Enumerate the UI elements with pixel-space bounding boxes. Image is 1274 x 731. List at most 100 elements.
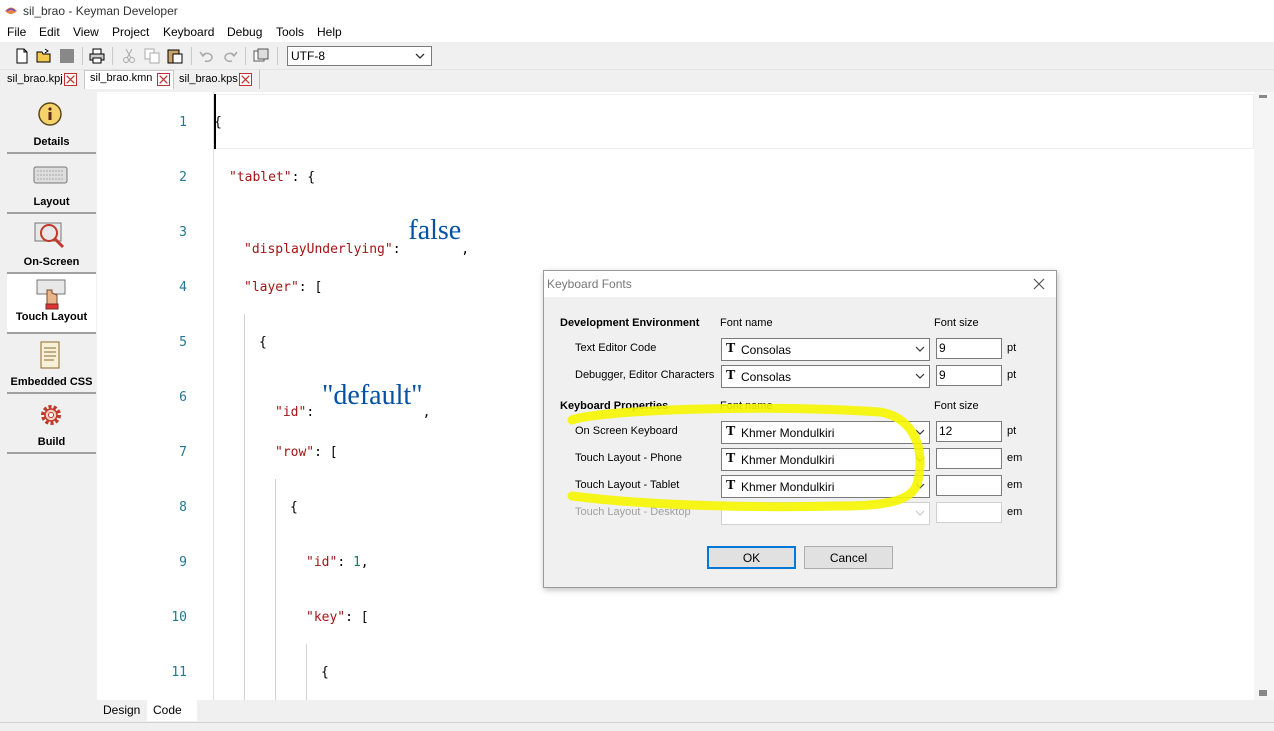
code-text: :: [392, 242, 409, 257]
sidebar-item-touch-layout[interactable]: Touch Layout: [7, 274, 96, 334]
unit-label: em: [1007, 479, 1023, 491]
tab-design[interactable]: Design: [97, 700, 146, 721]
code-text: : [: [314, 445, 338, 460]
font-size-field[interactable]: 12: [936, 421, 1002, 442]
font-select-text-editor[interactable]: T Consolas: [721, 338, 930, 361]
font-size-field[interactable]: [936, 475, 1002, 496]
row-label: Touch Layout - Phone: [575, 452, 683, 464]
close-icon[interactable]: [1032, 277, 1046, 291]
open-folder-icon[interactable]: [35, 47, 53, 65]
chevron-down-icon: [415, 53, 425, 59]
encoding-value: UTF-8: [291, 49, 325, 63]
code-line: "row": [: [275, 445, 338, 460]
copy-icon[interactable]: [143, 47, 161, 65]
sidebar-item-build[interactable]: Build: [7, 394, 96, 454]
code-line: "key": [: [306, 610, 369, 625]
truetype-icon: T: [726, 478, 736, 493]
sidebar-item-details[interactable]: Details: [7, 94, 96, 154]
menu-project[interactable]: Project: [112, 25, 149, 39]
sidebar-item-label: Layout: [33, 196, 70, 208]
font-name: Consolas: [741, 343, 792, 357]
on-screen-keyboard-icon: [34, 222, 65, 249]
vertical-scrollbar[interactable]: [1254, 92, 1274, 700]
font-select-on-screen-keyboard[interactable]: T Khmer Mondulkiri: [721, 421, 930, 444]
tab-code[interactable]: Code: [147, 700, 197, 721]
menu-help[interactable]: Help: [317, 25, 342, 39]
undo-icon[interactable]: [198, 47, 216, 65]
font-name: Khmer Mondulkiri: [741, 453, 835, 467]
unit-label: pt: [1007, 342, 1017, 354]
font-select-touch-tablet[interactable]: T Khmer Mondulkiri: [721, 475, 930, 498]
line-number: 11: [171, 665, 187, 680]
new-file-icon[interactable]: [13, 47, 31, 65]
line-number: 4: [179, 280, 187, 295]
window-title: sil_brao - Keyman Developer: [23, 4, 178, 18]
sidebar-item-layout[interactable]: Layout: [7, 154, 96, 214]
close-icon[interactable]: [239, 73, 252, 86]
row-label: Text Editor Code: [575, 342, 657, 354]
font-size-field[interactable]: [936, 448, 1002, 469]
line-number: 10: [171, 610, 187, 625]
print-icon[interactable]: [88, 47, 106, 65]
file-tab-kmn[interactable]: sil_brao.kmn: [84, 70, 174, 89]
menu-file[interactable]: File: [7, 25, 26, 39]
font-size-field[interactable]: 9: [936, 365, 1002, 386]
file-tab-kpj[interactable]: sil_brao.kpj: [0, 70, 84, 89]
view-tabs: Design Code: [97, 700, 1274, 722]
close-icon[interactable]: [157, 73, 170, 86]
menu-edit[interactable]: Edit: [39, 25, 60, 39]
sidebar-item-on-screen[interactable]: On-Screen: [7, 214, 96, 274]
redo-icon[interactable]: [221, 47, 239, 65]
chevron-down-icon: [915, 373, 925, 379]
sidebar-item-label: On-Screen: [23, 256, 80, 268]
font-size-field[interactable]: 9: [936, 338, 1002, 359]
line-number: 3: [179, 225, 187, 240]
file-tab-kps[interactable]: sil_brao.kps: [174, 70, 260, 89]
code-line: "layer": [: [244, 280, 322, 295]
section-keyboard-properties: Keyboard Properties: [560, 400, 669, 412]
menu-keyboard[interactable]: Keyboard: [163, 25, 214, 39]
json-key: "displayUnderlying": [244, 242, 393, 257]
code-text: {: [321, 665, 329, 680]
menu-debug[interactable]: Debug: [227, 25, 262, 39]
paste-icon[interactable]: [166, 47, 184, 65]
toolbar-separator: [82, 47, 83, 65]
save-icon[interactable]: [58, 47, 76, 65]
font-select-debugger[interactable]: T Consolas: [721, 365, 930, 388]
code-line: {: [290, 500, 298, 515]
sidebar-item-embedded-css[interactable]: Embedded CSS: [7, 334, 96, 394]
unit-label: em: [1007, 506, 1023, 518]
current-line-highlight: [214, 94, 1254, 149]
menu-bar: File Edit View Project Keyboard Debug To…: [0, 22, 1274, 42]
file-tabs: sil_brao.kpj sil_brao.kmn sil_brao.kps: [0, 70, 1274, 89]
chevron-down-icon: [915, 510, 925, 516]
code-line: "id": "default",: [275, 380, 430, 420]
cut-icon[interactable]: [120, 47, 138, 65]
toolbar-separator: [112, 47, 113, 65]
row-label: Debugger, Editor Characters: [575, 369, 715, 381]
keyboard-icon: [33, 166, 68, 184]
json-key: "tablet": [229, 170, 292, 185]
scroll-thumb[interactable]: [1259, 95, 1267, 98]
line-number: 7: [179, 445, 187, 460]
menu-tools[interactable]: Tools: [276, 25, 304, 39]
sidebar-item-label: Build: [37, 436, 66, 448]
touch-keyboard-icon: [36, 279, 66, 310]
code-text: {: [214, 115, 222, 130]
menu-view[interactable]: View: [73, 25, 99, 39]
chevron-down-icon: [915, 483, 925, 489]
column-font-size: Font size: [934, 400, 979, 412]
font-select-touch-phone[interactable]: T Khmer Mondulkiri: [721, 448, 930, 471]
ok-button[interactable]: OK: [707, 546, 796, 569]
chevron-down-icon: [915, 456, 925, 462]
file-tab-label: sil_brao.kpj: [7, 73, 63, 85]
keyboard-fonts-dialog: Keyboard Fonts Development Environment F…: [543, 270, 1057, 588]
code-text: : [: [298, 280, 323, 295]
json-value: false: [408, 215, 462, 246]
truetype-icon: T: [726, 451, 736, 466]
cancel-button[interactable]: Cancel: [804, 546, 893, 569]
sidebar-item-label: Embedded CSS: [10, 376, 93, 388]
encoding-select[interactable]: UTF-8: [287, 46, 432, 66]
windows-icon[interactable]: [252, 47, 270, 65]
close-icon[interactable]: [64, 73, 77, 86]
